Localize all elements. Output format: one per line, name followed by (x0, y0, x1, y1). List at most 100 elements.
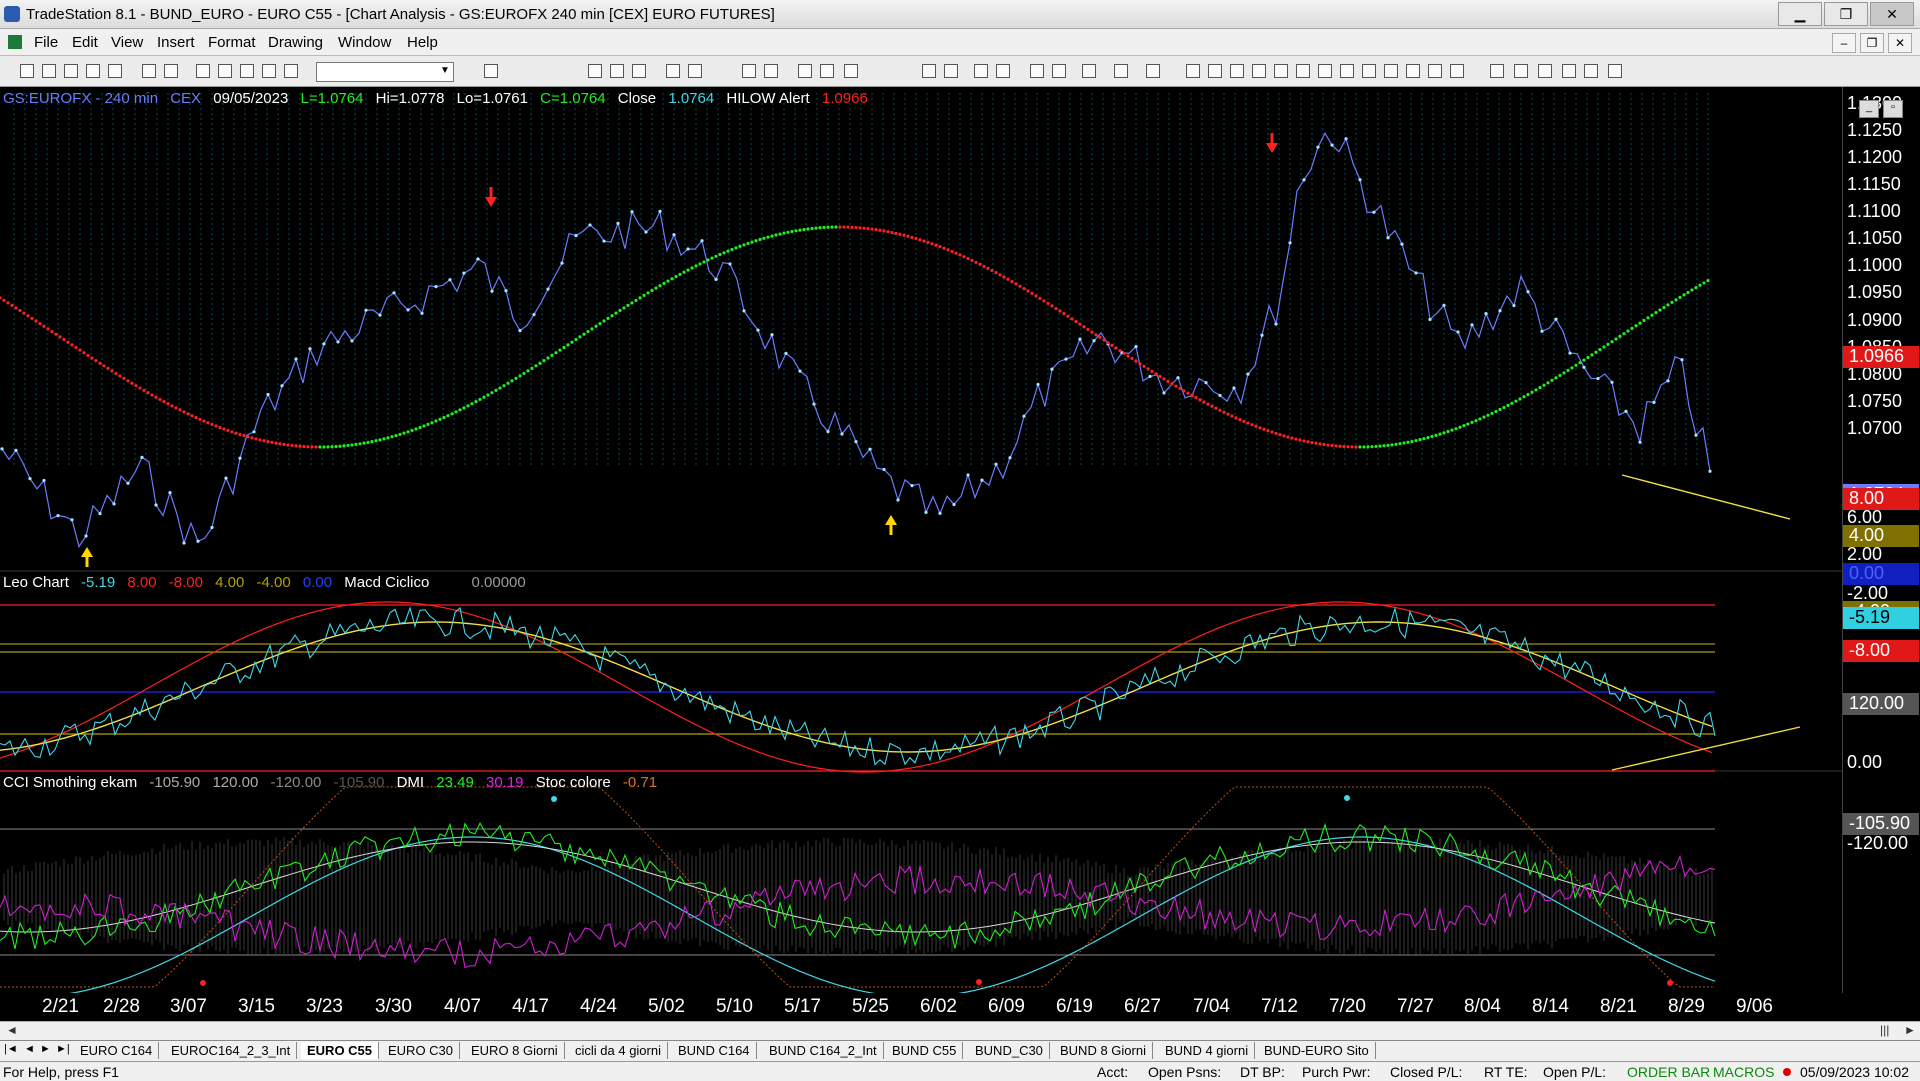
cycle-point (1302, 439, 1306, 443)
menu-insert[interactable]: Insert (157, 34, 195, 51)
arc-icon[interactable] (1490, 64, 1504, 78)
horizontal-scrollbar[interactable]: ◄ ||| ► (0, 1021, 1920, 1040)
tab-first-icon[interactable]: |◄ (4, 1043, 18, 1055)
arrow-down-icon[interactable] (1514, 64, 1528, 78)
tab-prev-icon[interactable]: ◄ (24, 1043, 35, 1055)
settings-icon[interactable] (742, 64, 756, 78)
open-workspace-icon[interactable] (64, 64, 78, 78)
minimize-button[interactable]: ▁ (1778, 2, 1822, 26)
zoom-in-icon[interactable] (974, 64, 988, 78)
scroll-right-arrow-icon[interactable]: ► (1904, 1023, 1916, 1037)
tab-bund-c164[interactable]: BUND C164 (672, 1042, 757, 1059)
tools-icon[interactable] (1082, 64, 1096, 78)
andrews-pitchfork-icon[interactable] (1318, 64, 1332, 78)
gann-fan-icon[interactable] (1296, 64, 1310, 78)
grid-icon[interactable] (632, 64, 646, 78)
scroll-right-icon[interactable] (944, 64, 958, 78)
network-icon[interactable] (262, 64, 276, 78)
tab-euro-c55[interactable]: EURO C55 (301, 1042, 380, 1059)
print-preview-icon[interactable] (142, 64, 156, 78)
menu-format[interactable]: Format (208, 34, 256, 51)
mdi-close-button[interactable]: ✕ (1888, 33, 1912, 53)
tab-bund-euro-sito[interactable]: BUND-EURO Sito (1258, 1042, 1376, 1059)
tab-bund-c164-2-int[interactable]: BUND C164_2_Int (763, 1042, 884, 1059)
tab-euro-c164[interactable]: EURO C164 (74, 1042, 160, 1059)
fib-arcs-icon[interactable] (1406, 64, 1420, 78)
order-bar-button[interactable]: ORDER BAR (1627, 1064, 1710, 1080)
hide-icon[interactable] (1146, 64, 1160, 78)
insert-indicator-icon[interactable] (764, 64, 778, 78)
chevron-down-icon[interactable]: ▼ (440, 65, 450, 76)
pane-minimize-button[interactable]: _ (1859, 100, 1879, 118)
fib-circles-icon[interactable] (1428, 64, 1442, 78)
pointer-icon[interactable] (1030, 64, 1044, 78)
globe-icon[interactable] (284, 64, 298, 78)
radar-icon[interactable] (688, 64, 702, 78)
pencil-icon[interactable] (1450, 64, 1464, 78)
tab-euro-c30[interactable]: EURO C30 (382, 1042, 461, 1059)
chart-canvas[interactable] (0, 87, 1842, 993)
menu-file[interactable]: File (34, 34, 58, 51)
tab-euro-8-giorni[interactable]: EURO 8 Giorni (465, 1042, 565, 1059)
cycle-point (1078, 322, 1082, 326)
scroll-left-icon[interactable] (922, 64, 936, 78)
zoom-out-icon[interactable] (996, 64, 1010, 78)
tab-cicli-4-giorni[interactable]: cicli da 4 giorni (569, 1042, 668, 1059)
text-icon[interactable] (1608, 64, 1622, 78)
scroll-thumb-icon[interactable]: ||| (1880, 1023, 1889, 1037)
line-chart-icon[interactable] (844, 64, 858, 78)
tab-bund-c55[interactable]: BUND C55 (886, 1042, 964, 1059)
ellipse-icon[interactable] (1562, 64, 1576, 78)
vertical-lines-icon[interactable] (1208, 64, 1222, 78)
new-icon[interactable] (20, 64, 34, 78)
scroll-left-arrow-icon[interactable]: ◄ (6, 1023, 18, 1037)
arrow-both-icon[interactable] (1384, 64, 1398, 78)
arrow-up-icon[interactable] (1538, 64, 1552, 78)
lock-icon[interactable] (240, 64, 254, 78)
new-window-icon[interactable] (86, 64, 100, 78)
horizontal-lines-icon[interactable] (1230, 64, 1244, 78)
regression-channel-icon[interactable] (1340, 64, 1354, 78)
window-cascade-icon[interactable] (610, 64, 624, 78)
price-axis[interactable]: 1.13001.12501.12001.11501.11001.10501.10… (1842, 87, 1920, 993)
mdi-restore-button[interactable]: ❐ (1860, 33, 1884, 53)
fibonacci-icon[interactable] (1252, 64, 1266, 78)
parallel-lines-icon[interactable] (1362, 64, 1376, 78)
menu-help[interactable]: Help (407, 34, 438, 51)
tab-bund-4-giorni[interactable]: BUND 4 giorni (1159, 1042, 1256, 1059)
tab-last-icon[interactable]: ►| (56, 1043, 70, 1055)
window-tile-icon[interactable] (588, 64, 602, 78)
window-list-icon[interactable] (218, 64, 232, 78)
cycle-point (1706, 279, 1710, 283)
find-icon[interactable] (484, 64, 498, 78)
menu-window[interactable]: Window (338, 34, 391, 51)
maximize-button[interactable]: ❐ (1824, 2, 1868, 26)
trendline-icon[interactable] (1186, 64, 1200, 78)
menu-view[interactable]: View (111, 34, 143, 51)
save-icon[interactable] (108, 64, 122, 78)
tab-bund-c30[interactable]: BUND_C30 (969, 1042, 1050, 1059)
rectangle-icon[interactable] (1584, 64, 1598, 78)
window-icon[interactable] (196, 64, 210, 78)
menu-drawing[interactable]: Drawing (268, 34, 323, 51)
chart-icon[interactable] (666, 64, 680, 78)
chart-area[interactable]: GS:EUROFX - 240 min CEX 09/05/2023 L=1.0… (0, 87, 1920, 993)
macros-button[interactable]: MACROS (1713, 1064, 1774, 1080)
menu-edit[interactable]: Edit (72, 34, 98, 51)
format-icon[interactable] (1052, 64, 1066, 78)
price-point (882, 467, 886, 472)
print-icon[interactable] (164, 64, 178, 78)
mdi-minimize-button[interactable]: – (1832, 33, 1856, 53)
tab-euroc164-2-3-int[interactable]: EUROC164_2_3_Int (165, 1042, 298, 1059)
data-window-icon[interactable] (1114, 64, 1128, 78)
speed-lines-icon[interactable] (1274, 64, 1288, 78)
symbol-combo[interactable] (316, 62, 454, 82)
cycle-point (1262, 427, 1266, 431)
tab-bund-8-giorni[interactable]: BUND 8 Giorni (1054, 1042, 1153, 1059)
pane-restore-button[interactable]: ▫ (1883, 100, 1903, 118)
tab-next-icon[interactable]: ► (40, 1043, 51, 1055)
bar-icon[interactable] (798, 64, 812, 78)
candles-icon[interactable] (820, 64, 834, 78)
open-icon[interactable] (42, 64, 56, 78)
close-button[interactable]: ✕ (1870, 2, 1914, 26)
